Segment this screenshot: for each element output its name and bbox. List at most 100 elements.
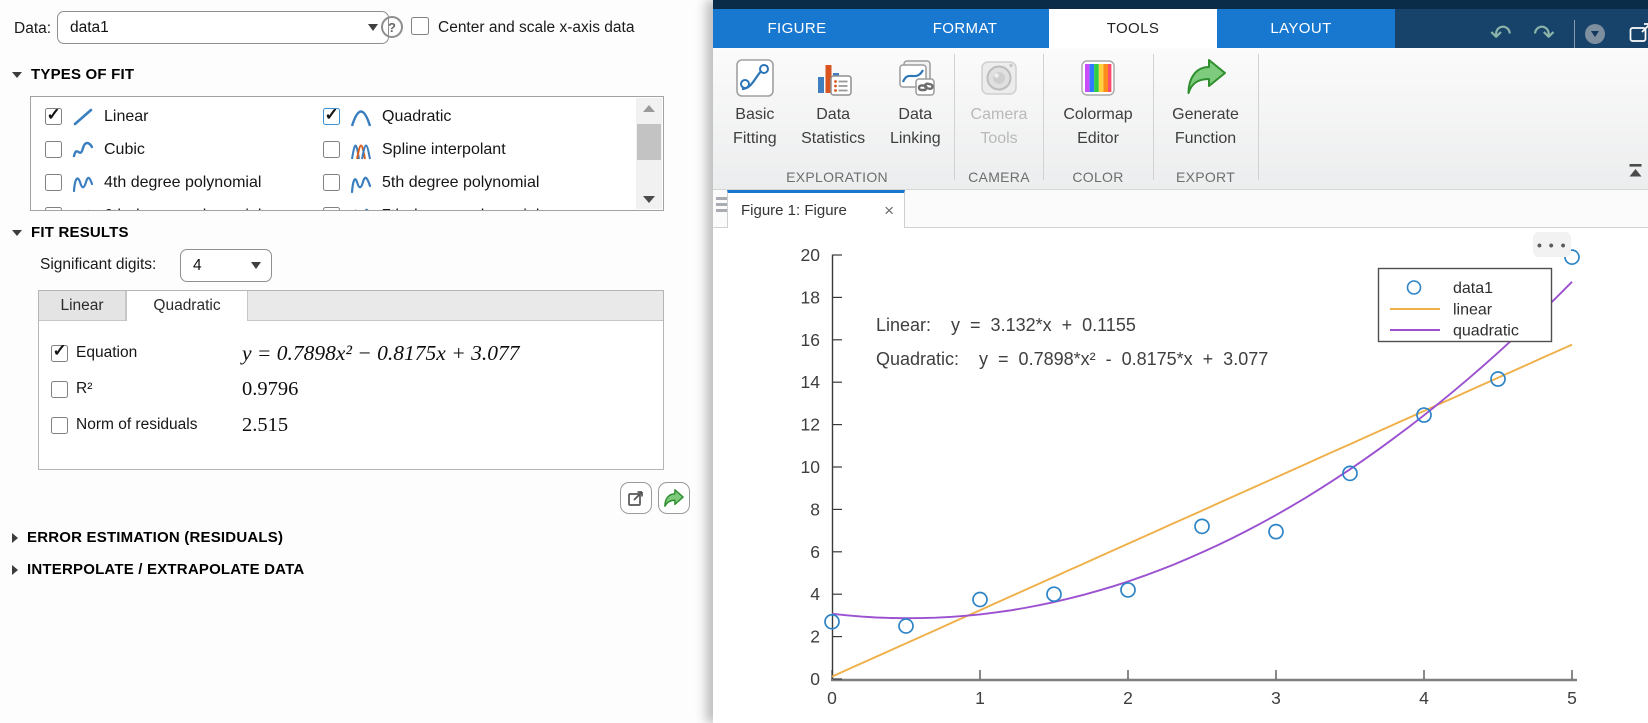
data-point[interactable]	[1269, 525, 1283, 539]
figure-window: FIGUREFORMATTOOLSLAYOUT ↶ ↷ BasicFitting…	[713, 0, 1648, 723]
fit-result-checkbox[interactable]	[51, 381, 68, 398]
fit-type-item[interactable]: 4th degree polynomial	[45, 166, 323, 199]
y-tick-label: 4	[810, 584, 820, 604]
basic-fitting-icon	[732, 55, 778, 101]
types-of-fit-header[interactable]: TYPES OF FIT	[12, 66, 134, 83]
data-point[interactable]	[1195, 519, 1209, 533]
x-tick-label: 3	[1271, 688, 1281, 708]
quick-access-dropdown-icon[interactable]	[1585, 24, 1605, 44]
fit-results-tabs: LinearQuadratic	[39, 291, 663, 321]
toolstrip-tab-figure[interactable]: FIGURE	[713, 9, 881, 48]
linear-fit-line[interactable]	[832, 345, 1572, 677]
undock-window-icon[interactable]	[1629, 22, 1648, 51]
help-icon[interactable]: ?	[381, 16, 403, 38]
data-linking-icon	[892, 55, 938, 101]
fit-type-item[interactable]: 5th degree polynomial	[323, 166, 663, 199]
quadratic-fit-icon	[349, 106, 373, 128]
poly7-fit-icon	[349, 205, 373, 212]
linear-equation-annotation: Linear: y = 3.132*x + 0.1155	[876, 315, 1136, 336]
toolstrip-tab-tools[interactable]: TOOLS	[1049, 9, 1217, 48]
drag-grip-icon[interactable]	[716, 197, 727, 212]
expand-results-button[interactable]	[620, 482, 652, 514]
interpolate-extrapolate-header[interactable]: INTERPOLATE / EXTRAPOLATE DATA	[12, 561, 304, 578]
center-scale-checkbox[interactable]	[411, 17, 429, 35]
undo-icon[interactable]: ↶	[1490, 21, 1512, 47]
data-linking-button[interactable]: DataLinking	[878, 48, 953, 149]
data-point[interactable]	[899, 619, 913, 633]
toolbar-group-label: EXPORT	[1154, 169, 1257, 185]
fit-type-item[interactable]: 7th degree polynomial	[323, 199, 663, 211]
fit-list-scrollbar[interactable]	[636, 98, 662, 209]
generate-function-button[interactable]: GenerateFunction	[1156, 48, 1256, 149]
chevron-down-icon	[368, 24, 378, 31]
toolbar-button-label: Editor	[1077, 128, 1119, 149]
fit-type-item[interactable]: Spline interpolant	[323, 133, 663, 166]
export-fit-button[interactable]	[658, 482, 690, 514]
fit-type-checkbox[interactable]	[323, 108, 340, 125]
y-tick-label: 12	[801, 415, 820, 435]
fit-type-checkbox[interactable]	[45, 141, 62, 158]
redo-icon[interactable]: ↷	[1533, 21, 1555, 47]
data-statistics-button[interactable]: Data Statistics	[789, 48, 878, 149]
toolbar-group-camera: CameraToolsCAMERA	[956, 48, 1042, 188]
significant-digits-select[interactable]: 4	[180, 249, 272, 282]
toolbar-group-label: COLOR	[1044, 169, 1152, 185]
data-select[interactable]: data1	[57, 11, 389, 44]
fit-type-checkbox[interactable]	[45, 207, 62, 211]
colormap-editor-button[interactable]: ColormapEditor	[1046, 48, 1150, 149]
x-tick-label: 1	[975, 688, 985, 708]
legend-label-data1: data1	[1453, 280, 1493, 297]
error-estimation-title: ERROR ESTIMATION (RESIDUALS)	[27, 529, 283, 546]
fit-type-item[interactable]: Quadratic	[323, 100, 663, 133]
scrollbar-thumb[interactable]	[637, 124, 661, 160]
fit-result-label: R²	[76, 380, 234, 398]
y-tick-label: 14	[801, 372, 821, 392]
fit-type-checkbox[interactable]	[45, 174, 62, 191]
basic-fitting-button[interactable]: BasicFitting	[721, 48, 789, 149]
toolbar-group-color: ColormapEditor COLOR	[1044, 48, 1152, 188]
center-scale-label: Center and scale x-axis data	[438, 19, 634, 37]
figure-document-tab[interactable]: Figure 1: Figure ×	[727, 190, 905, 228]
figure-axes[interactable]: 02468101214161820012345data1linearquadra…	[713, 228, 1648, 723]
toolbar-group-label: EXPLORATION	[721, 169, 953, 185]
fit-type-item[interactable]: 6th degree polynomial	[45, 199, 323, 211]
fit-type-list: Linear QuadraticCubicSpline interpolant 4t…	[30, 96, 664, 211]
collapse-toolstrip-icon[interactable]	[1627, 163, 1644, 184]
fit-type-checkbox[interactable]	[323, 174, 340, 191]
legend[interactable]: data1linearquadratic	[1379, 269, 1552, 342]
colormap-editor-icon	[1075, 55, 1121, 101]
scroll-up-icon[interactable]	[636, 98, 662, 118]
fit-type-label: Linear	[104, 108, 148, 126]
axes-toolbar-ellipsis-icon[interactable]: • • •	[1533, 232, 1571, 257]
fit-results-tab-quadratic[interactable]: Quadratic	[126, 291, 248, 321]
fit-type-checkbox[interactable]	[45, 108, 62, 125]
error-estimation-header[interactable]: ERROR ESTIMATION (RESIDUALS)	[12, 529, 283, 546]
close-icon[interactable]: ×	[884, 202, 894, 219]
fit-type-checkbox[interactable]	[323, 141, 340, 158]
scroll-down-icon[interactable]	[636, 189, 662, 209]
fit-result-checkbox[interactable]	[51, 345, 68, 362]
types-of-fit-title: TYPES OF FIT	[31, 66, 134, 83]
expand-triangle-icon	[12, 565, 18, 575]
data-point[interactable]	[973, 593, 987, 607]
fit-results-header[interactable]: FIT RESULTS	[12, 224, 129, 241]
fit-type-checkbox[interactable]	[323, 207, 340, 211]
toolbar-button-label: Statistics	[801, 128, 865, 149]
fit-results-tab-linear[interactable]: Linear	[39, 291, 126, 320]
toolstrip-tab-format[interactable]: FORMAT	[881, 9, 1049, 48]
fit-result-value: 2.515	[242, 414, 288, 437]
toolstrip-tab-layout[interactable]: LAYOUT	[1217, 9, 1385, 48]
fit-result-checkbox[interactable]	[51, 417, 68, 434]
poly6-fit-icon	[71, 205, 95, 212]
toolbar-button-label: Data	[816, 104, 850, 125]
fit-result-row: Norm of residuals2.515	[51, 407, 663, 443]
interpolate-extrapolate-title: INTERPOLATE / EXTRAPOLATE DATA	[27, 561, 304, 578]
fit-type-label: 4th degree polynomial	[104, 174, 261, 192]
toolbar-group-divider	[954, 54, 955, 180]
data-point[interactable]	[1121, 583, 1135, 597]
fit-type-item[interactable]: Cubic	[45, 133, 323, 166]
fit-type-item[interactable]: Linear	[45, 100, 323, 133]
data-point[interactable]	[1047, 587, 1061, 601]
toolbar-group-divider	[1258, 54, 1259, 180]
share-arrow-icon	[663, 488, 685, 508]
